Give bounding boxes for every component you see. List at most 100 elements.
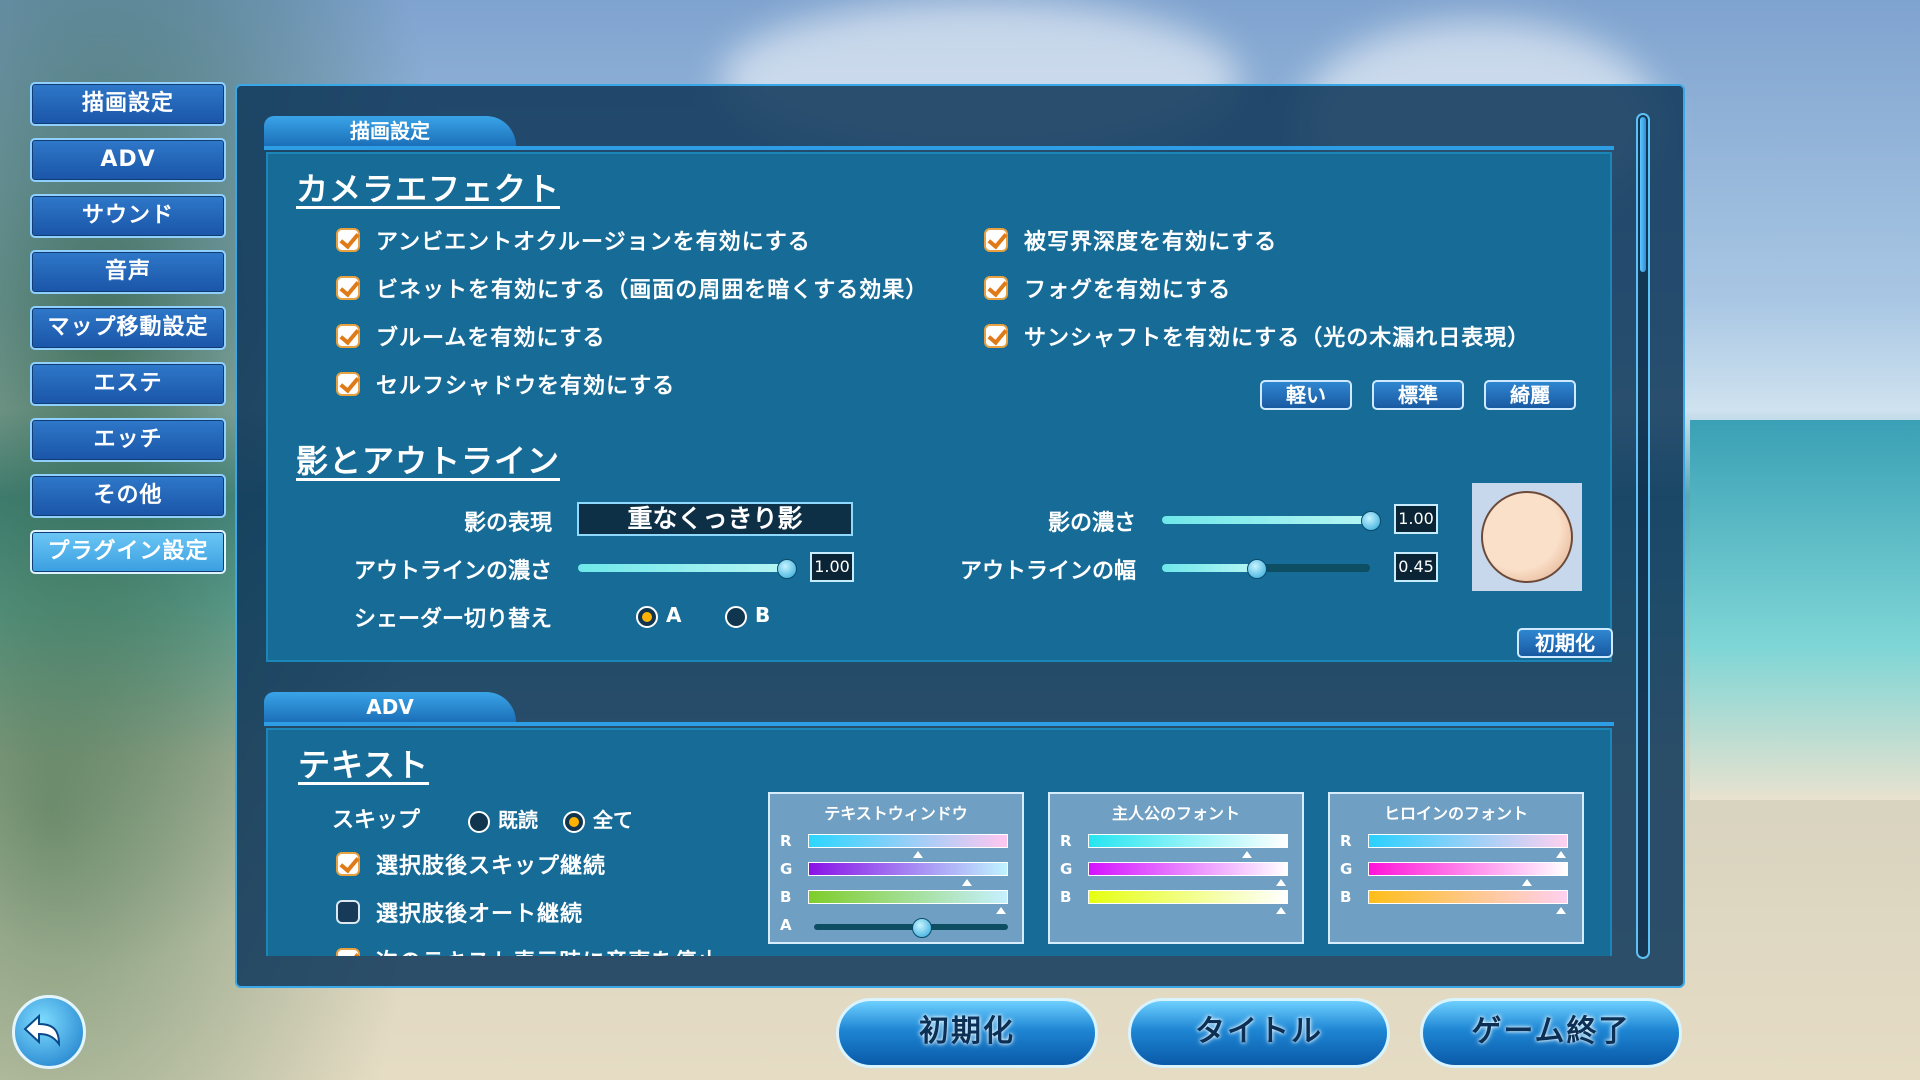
shader-option-a[interactable]: A [636, 603, 681, 628]
shader-option-b[interactable]: B [725, 603, 770, 628]
channel-label: R [1340, 832, 1352, 850]
checkbox-checked[interactable] [984, 324, 1008, 348]
color-slider-b[interactable] [1088, 890, 1288, 914]
checkbox-checked[interactable] [336, 372, 360, 396]
shadow-style-select[interactable]: 重なくっきり影 [577, 502, 853, 536]
color-slider-r[interactable] [1368, 834, 1568, 858]
slider-marker[interactable] [962, 879, 973, 886]
option-sun-shaft[interactable]: サンシャフトを有効にする（光の木漏れ日表現） [984, 320, 1530, 352]
color-slider-r[interactable] [1088, 834, 1288, 858]
alpha-slider[interactable] [814, 918, 1008, 938]
option-auto-after-choice[interactable]: 選択肢後オート継続 [336, 896, 583, 928]
scrollbar-thumb[interactable] [1640, 117, 1646, 272]
shading-preview [1472, 483, 1582, 591]
outline-density-label: アウトラインの濃さ [353, 559, 552, 584]
slider-marker[interactable] [1276, 879, 1287, 886]
skip-option-all[interactable]: 全て [563, 804, 633, 833]
color-slider-g[interactable] [808, 862, 1008, 886]
color-slider-b[interactable] [808, 890, 1008, 914]
checkbox-unchecked[interactable] [336, 900, 360, 924]
option-label: 選択肢後スキップ継続 [376, 854, 607, 879]
sidebar-item-voice[interactable]: 音声 [30, 250, 226, 294]
slider-fill [1162, 564, 1256, 572]
sidebar-item-map-move[interactable]: マップ移動設定 [30, 306, 226, 350]
skip-label: スキップ [331, 808, 420, 833]
preset-beautiful-button[interactable]: 綺麗 [1484, 380, 1576, 410]
checkbox-checked[interactable] [336, 228, 360, 252]
sidebar-item-esthe[interactable]: エステ [30, 362, 226, 406]
option-skip-after-choice[interactable]: 選択肢後スキップ継続 [336, 848, 606, 880]
settings-scroll-area[interactable]: 描画設定 カメラエフェクト アンビエントオクルージョンを有効にする ビネットを有… [237, 86, 1683, 956]
slider-marker[interactable] [1522, 879, 1533, 886]
shadow-reset-button[interactable]: 初期化 [1517, 628, 1613, 658]
outline-density-slider[interactable] [578, 559, 797, 579]
shadow-density-label: 影の濃さ [1047, 511, 1136, 536]
checkbox-checked[interactable] [984, 228, 1008, 252]
checkbox-checked[interactable] [336, 276, 360, 300]
color-panel-title: 主人公のフォント [1111, 804, 1240, 823]
slider-marker[interactable] [1242, 851, 1253, 858]
slider-marker[interactable] [1556, 851, 1567, 858]
back-button[interactable] [12, 995, 86, 1069]
radio-label: A [666, 603, 682, 627]
color-slider-g[interactable] [1368, 862, 1568, 886]
shadow-outline-heading: 影とアウトライン [296, 442, 561, 480]
checkbox-checked[interactable] [336, 948, 360, 956]
slider-marker[interactable] [1556, 907, 1567, 914]
color-slider-b[interactable] [1368, 890, 1568, 914]
sidebar-item-other[interactable]: その他 [30, 474, 226, 518]
radio-selected[interactable] [636, 605, 658, 628]
slider-marker[interactable] [912, 851, 923, 858]
checkbox-checked[interactable] [336, 852, 360, 876]
option-label: フォグを有効にする [1024, 278, 1232, 303]
option-ambient-occlusion[interactable]: アンビエントオクルージョンを有効にする [336, 224, 811, 256]
preset-standard-button[interactable]: 標準 [1372, 380, 1464, 410]
background-sea [1690, 420, 1920, 800]
checkbox-checked[interactable] [984, 276, 1008, 300]
settings-scrollbar[interactable] [1636, 113, 1650, 959]
radio-unselected[interactable] [725, 605, 747, 628]
quit-game-button[interactable]: ゲーム終了 [1420, 998, 1682, 1068]
color-slider-r[interactable] [808, 834, 1008, 858]
radio-unselected[interactable] [468, 810, 490, 833]
option-self-shadow[interactable]: セルフシャドウを有効にする [336, 368, 675, 400]
slider-knob[interactable] [1361, 511, 1381, 531]
option-stop-voice[interactable]: 次のテキスト表示時に音声を停止 [336, 944, 720, 956]
sidebar-item-adv[interactable]: ADV [30, 138, 226, 182]
slider-marker[interactable] [996, 907, 1007, 914]
channel-label: A [780, 916, 792, 934]
shadow-density-slider[interactable] [1162, 511, 1381, 531]
outline-width-label: アウトラインの幅 [959, 559, 1136, 584]
sidebar-item-sound[interactable]: サウンド [30, 194, 226, 238]
title-button[interactable]: タイトル [1128, 998, 1390, 1068]
reset-all-button[interactable]: 初期化 [836, 998, 1098, 1068]
skip-option-read[interactable]: 既読 [468, 804, 538, 833]
radio-label: 全て [593, 808, 633, 832]
radio-selected[interactable] [563, 810, 585, 833]
checkbox-checked[interactable] [336, 324, 360, 348]
slider-marker[interactable] [1276, 907, 1287, 914]
preview-sphere [1481, 491, 1573, 583]
outline-density-value: 1.00 [810, 552, 854, 582]
sidebar-item-render[interactable]: 描画設定 [30, 82, 226, 126]
option-fog[interactable]: フォグを有効にする [984, 272, 1231, 304]
text-heading: テキスト [298, 746, 430, 784]
option-bloom[interactable]: ブルームを有効にする [336, 320, 606, 352]
shader-switch-label: シェーダー切り替え [353, 607, 552, 632]
option-vignette[interactable]: ビネットを有効にする（画面の周囲を暗くする効果） [336, 272, 928, 304]
slider-knob[interactable] [911, 918, 932, 938]
shadow-style-label: 影の表現 [463, 511, 552, 536]
option-depth-of-field[interactable]: 被写界深度を有効にする [984, 224, 1277, 256]
channel-label: G [1060, 860, 1073, 878]
color-slider-g[interactable] [1088, 862, 1288, 886]
slider-knob[interactable] [777, 559, 797, 579]
channel-label: G [1340, 860, 1353, 878]
outline-width-slider[interactable] [1162, 559, 1370, 579]
section-tab-adv: ADV [264, 692, 516, 722]
section-tab-render: 描画設定 [264, 116, 516, 146]
preset-light-button[interactable]: 軽い [1260, 380, 1352, 410]
slider-knob[interactable] [1246, 559, 1267, 579]
sidebar-item-plugin[interactable]: プラグイン設定 [30, 530, 226, 574]
slider-fill [578, 564, 786, 572]
sidebar-item-h[interactable]: エッチ [30, 418, 226, 462]
